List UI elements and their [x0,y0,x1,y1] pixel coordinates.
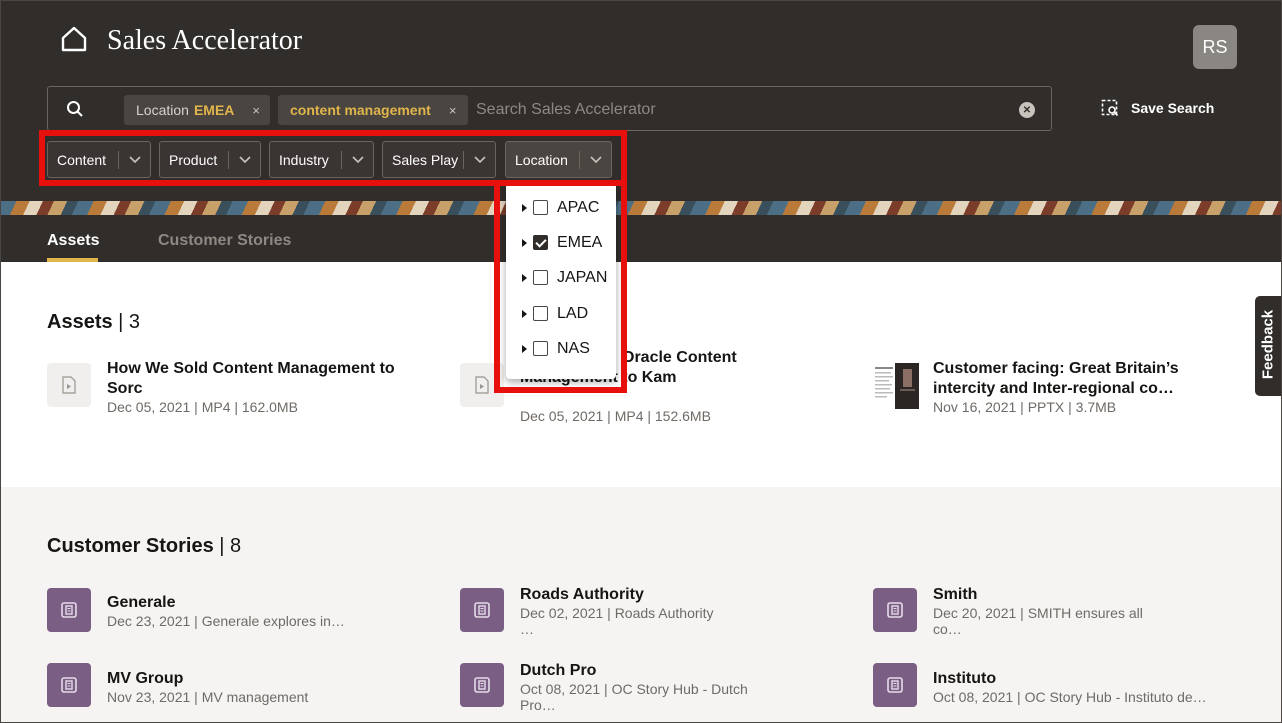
search-input[interactable]: Search Sales Accelerator [476,101,656,119]
asset-meta-1: Dec 05, 2021 | MP4 | 162.0MB [107,399,298,415]
story-meta-3: Dec 20, 2021 | SMITH ensures all [933,605,1143,621]
story-book-icon[interactable] [460,588,504,632]
story-title-2[interactable]: Roads Authority [520,585,644,605]
assets-section-title: Assets | 3 [47,311,141,333]
annotation-highlight-filters [39,130,627,186]
story-meta-1: Dec 23, 2021 | Generale explores in… [107,613,345,629]
decorative-banner [1,201,1281,215]
search-icon[interactable] [66,100,84,118]
story-title-4[interactable]: MV Group [107,669,183,689]
save-search-icon [1101,99,1119,117]
story-meta-5-cont: Pro… [520,697,556,713]
filter-chip-location: Location EMEA × [124,95,270,125]
filter-chip-content: content management × [278,95,468,125]
story-book-icon[interactable] [873,663,917,707]
chip-location-label: Location [136,102,189,118]
feedback-label: Feedback [1259,309,1277,380]
story-meta-2: Dec 02, 2021 | Roads Authority [520,605,714,621]
save-search-button[interactable]: Save Search [1101,99,1214,117]
save-search-label: Save Search [1131,100,1215,116]
document-thumbnail-icon[interactable] [873,363,919,409]
story-book-icon[interactable] [873,588,917,632]
story-meta-4: Nov 23, 2021 | MV management [107,689,309,705]
story-title-6[interactable]: Instituto [933,669,996,689]
annotation-highlight-dropdown [494,183,627,393]
story-book-icon[interactable] [460,663,504,707]
story-book-icon[interactable] [47,588,91,632]
app-frame: Sales Accelerator RS Location EMEA × con… [0,0,1282,723]
chip-content-close-icon[interactable]: × [449,103,457,118]
active-tab-indicator [47,258,98,262]
app-title: Sales Accelerator [107,25,303,56]
search-bar[interactable]: Location EMEA × content management × Sea… [47,86,1052,131]
asset-title-3[interactable]: Customer facing: Great Britain’s interci… [933,359,1233,399]
asset-meta-3: Nov 16, 2021 | PPTX | 3.7MB [933,399,1117,415]
story-meta-6: Oct 08, 2021 | OC Story Hub - Instituto … [933,689,1207,705]
asset-title-1[interactable]: How We Sold Content Management to Sorc [107,359,427,399]
chip-content-value: content management [290,102,431,118]
tab-customer-stories[interactable]: Customer Stories [158,232,291,250]
story-title-5[interactable]: Dutch Pro [520,661,596,681]
clear-search-icon[interactable]: ✕ [1019,102,1035,118]
story-meta-2-cont: … [520,621,534,637]
chip-location-close-icon[interactable]: × [252,103,260,118]
stories-section-title: Customer Stories | 8 [47,535,242,557]
story-title-1[interactable]: Generale [107,593,175,613]
story-book-icon[interactable] [47,663,91,707]
tab-bar: Assets Customer Stories [1,215,1281,262]
story-meta-3-cont: co… [933,621,962,637]
customer-stories-section: Customer Stories | 8 Generale Dec 23, 20… [1,487,1281,722]
tab-assets[interactable]: Assets [47,232,99,250]
feedback-tab[interactable]: Feedback [1255,296,1281,396]
chip-location-value: EMEA [193,102,235,118]
story-title-3[interactable]: Smith [933,585,977,605]
video-file-icon[interactable] [47,363,91,407]
asset-meta-2: Dec 05, 2021 | MP4 | 152.6MB [520,408,711,424]
home-icon[interactable] [59,25,89,53]
avatar[interactable]: RS [1193,25,1237,69]
